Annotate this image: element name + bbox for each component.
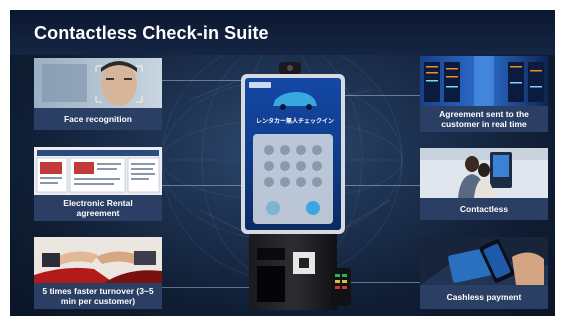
page-title: Contactless Check-in Suite (34, 23, 269, 43)
feature-label: Agreement sent to the customer in real t… (420, 106, 548, 132)
slide: Contactless Check-in Suite Face recognit… (10, 10, 555, 316)
document-screen-photo (34, 147, 162, 195)
feature-card-faster-turnover: 5 times faster turnover (3~5 min per cus… (34, 237, 162, 309)
feature-card-face-recognition: Face recognition (34, 58, 162, 130)
feature-card-contactless: Contactless (420, 148, 548, 220)
server-room-photo (420, 56, 548, 106)
handshake-photo (34, 237, 162, 283)
feature-label: Contactless (420, 198, 548, 220)
kiosk-screen-heading: レンタカー無人チェックイン (255, 118, 334, 125)
title-bar: Contactless Check-in Suite (10, 10, 555, 55)
feature-card-agreement-real-time: Agreement sent to the customer in real t… (420, 56, 548, 132)
feature-label: 5 times faster turnover (3~5 min per cus… (34, 283, 162, 309)
feature-label: Face recognition (34, 108, 162, 130)
kiosk-user-photo (420, 148, 548, 198)
phone-payment-photo (420, 237, 548, 285)
feature-label: Electronic Rental agreement (34, 195, 162, 221)
feature-card-cashless-payment: Cashless payment (420, 237, 548, 309)
feature-card-electronic-agreement: Electronic Rental agreement (34, 147, 162, 221)
kiosk-device (241, 62, 351, 310)
feature-label: Cashless payment (420, 285, 548, 309)
face-scan-photo (34, 58, 162, 108)
